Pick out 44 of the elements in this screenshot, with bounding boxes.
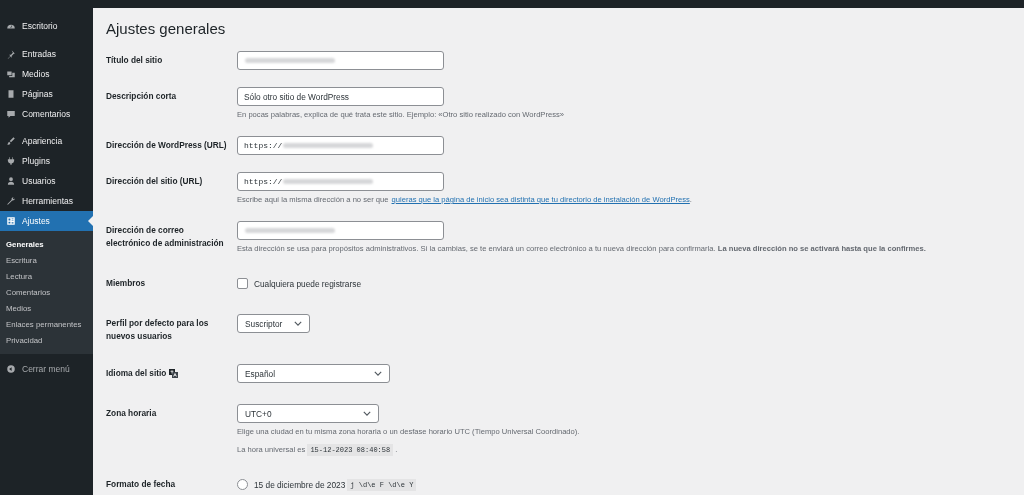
text-field[interactable] xyxy=(237,51,444,70)
menu-icon xyxy=(6,156,16,166)
dropdown[interactable]: UTC+0 xyxy=(237,404,379,423)
field-label: Perfil por defecto para los nuevos usuarios xyxy=(106,317,210,343)
field-label: Miembros xyxy=(106,277,146,290)
dropdown[interactable]: Suscriptor xyxy=(237,314,310,333)
sidebar-item[interactable]: Comentarios xyxy=(0,104,93,124)
sidebar-item[interactable]: Medios xyxy=(0,64,93,84)
sidebar-item[interactable]: Páginas xyxy=(0,84,93,104)
menu-icon xyxy=(6,136,16,146)
caret-icon xyxy=(363,411,371,416)
field-label: Dirección del sitio (URL) xyxy=(106,175,203,188)
checkbox-label: Cualquiera puede registrarse xyxy=(254,278,361,289)
field-label: Formato de fecha xyxy=(106,478,176,491)
text-field[interactable]: Sólo otro sitio de WordPress xyxy=(237,87,444,106)
menu-icon xyxy=(6,69,16,79)
field-label: Idioma del sitio xyxy=(106,367,167,380)
dropdown[interactable]: Español xyxy=(237,364,390,383)
menu-icon xyxy=(6,196,16,206)
caret-icon xyxy=(374,371,382,376)
sidebar-item[interactable]: Ajustes xyxy=(0,211,93,231)
sidebar-item[interactable]: Apariencia xyxy=(0,131,93,151)
caret-icon xyxy=(294,321,302,326)
menu-icon xyxy=(6,216,16,226)
menu-icon xyxy=(6,176,16,186)
collapse-icon xyxy=(6,364,16,374)
text-field[interactable] xyxy=(237,221,444,240)
text-field[interactable]: https:// xyxy=(237,172,444,191)
field-label: Dirección de correo electrónico de administración xyxy=(106,224,225,250)
field-label: Título del sitio xyxy=(106,54,163,67)
text-field[interactable]: https:// xyxy=(237,136,444,155)
radio-label: 15 de diciembre de 2023 xyxy=(254,479,346,490)
field-label: Zona horaria xyxy=(106,407,157,420)
page-title: Ajustes generales xyxy=(106,20,227,37)
sidebar-item[interactable]: Plugins xyxy=(0,151,93,171)
collapse-menu-button[interactable]: Cerrar menú xyxy=(0,359,93,379)
checkbox[interactable] xyxy=(237,278,248,289)
sidebar-item[interactable]: Entradas xyxy=(0,44,93,64)
sidebar-item[interactable]: Usuarios xyxy=(0,171,93,191)
field-label: Dirección de WordPress (URL) xyxy=(106,139,227,152)
sidebar-item[interactable]: Herramientas xyxy=(0,191,93,211)
field-label: Descripción corta xyxy=(106,90,177,103)
sidebar-item[interactable]: Escritorio xyxy=(0,16,93,36)
radio-button[interactable] xyxy=(237,479,248,490)
